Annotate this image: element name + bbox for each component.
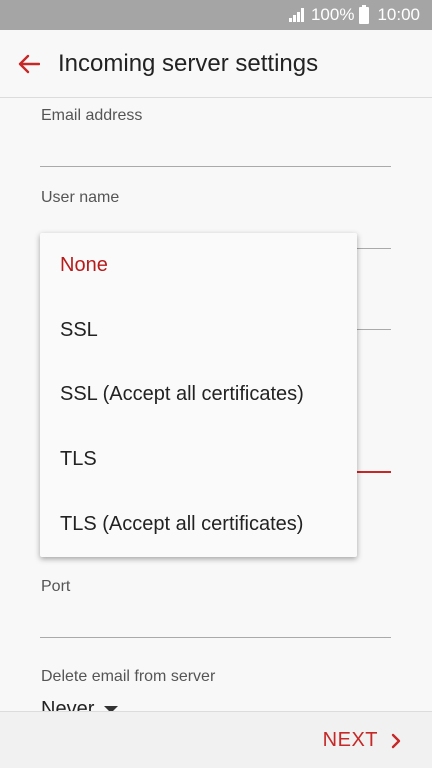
battery-icon bbox=[359, 4, 370, 24]
back-arrow-icon bbox=[18, 54, 40, 73]
dropdown-option-tls[interactable]: TLS bbox=[40, 427, 357, 492]
security-type-dropdown: None SSL SSL (Accept all certificates) T… bbox=[40, 233, 357, 557]
signal-icon bbox=[288, 8, 304, 22]
email-label: Email address bbox=[41, 107, 143, 124]
delete-email-label: Delete email from server bbox=[41, 668, 216, 685]
dropdown-option-none[interactable]: None bbox=[40, 233, 357, 298]
port-field[interactable] bbox=[40, 637, 391, 638]
next-label: NEXT bbox=[322, 729, 378, 751]
port-label: Port bbox=[41, 578, 71, 595]
status-bar: 100% 10:00 bbox=[0, 0, 432, 30]
delete-email-value: Never bbox=[41, 698, 95, 711]
dropdown-option-tls-accept-all[interactable]: TLS (Accept all certificates) bbox=[40, 492, 357, 557]
chevron-right-icon bbox=[391, 733, 401, 748]
dropdown-option-ssl[interactable]: SSL bbox=[40, 298, 357, 363]
battery-percent: 100% bbox=[310, 5, 355, 24]
email-field[interactable] bbox=[40, 166, 391, 167]
back-button[interactable] bbox=[0, 30, 58, 98]
username-label: User name bbox=[41, 189, 120, 206]
dropdown-option-ssl-accept-all[interactable]: SSL (Accept all certificates) bbox=[40, 363, 357, 428]
delete-email-select[interactable]: Never bbox=[41, 698, 119, 711]
clock: 10:00 bbox=[377, 5, 420, 24]
page-title: Incoming server settings bbox=[58, 49, 319, 77]
app-bar: Incoming server settings bbox=[0, 30, 432, 98]
bottom-bar: NEXT bbox=[0, 711, 432, 768]
next-button[interactable]: NEXT bbox=[323, 712, 402, 768]
